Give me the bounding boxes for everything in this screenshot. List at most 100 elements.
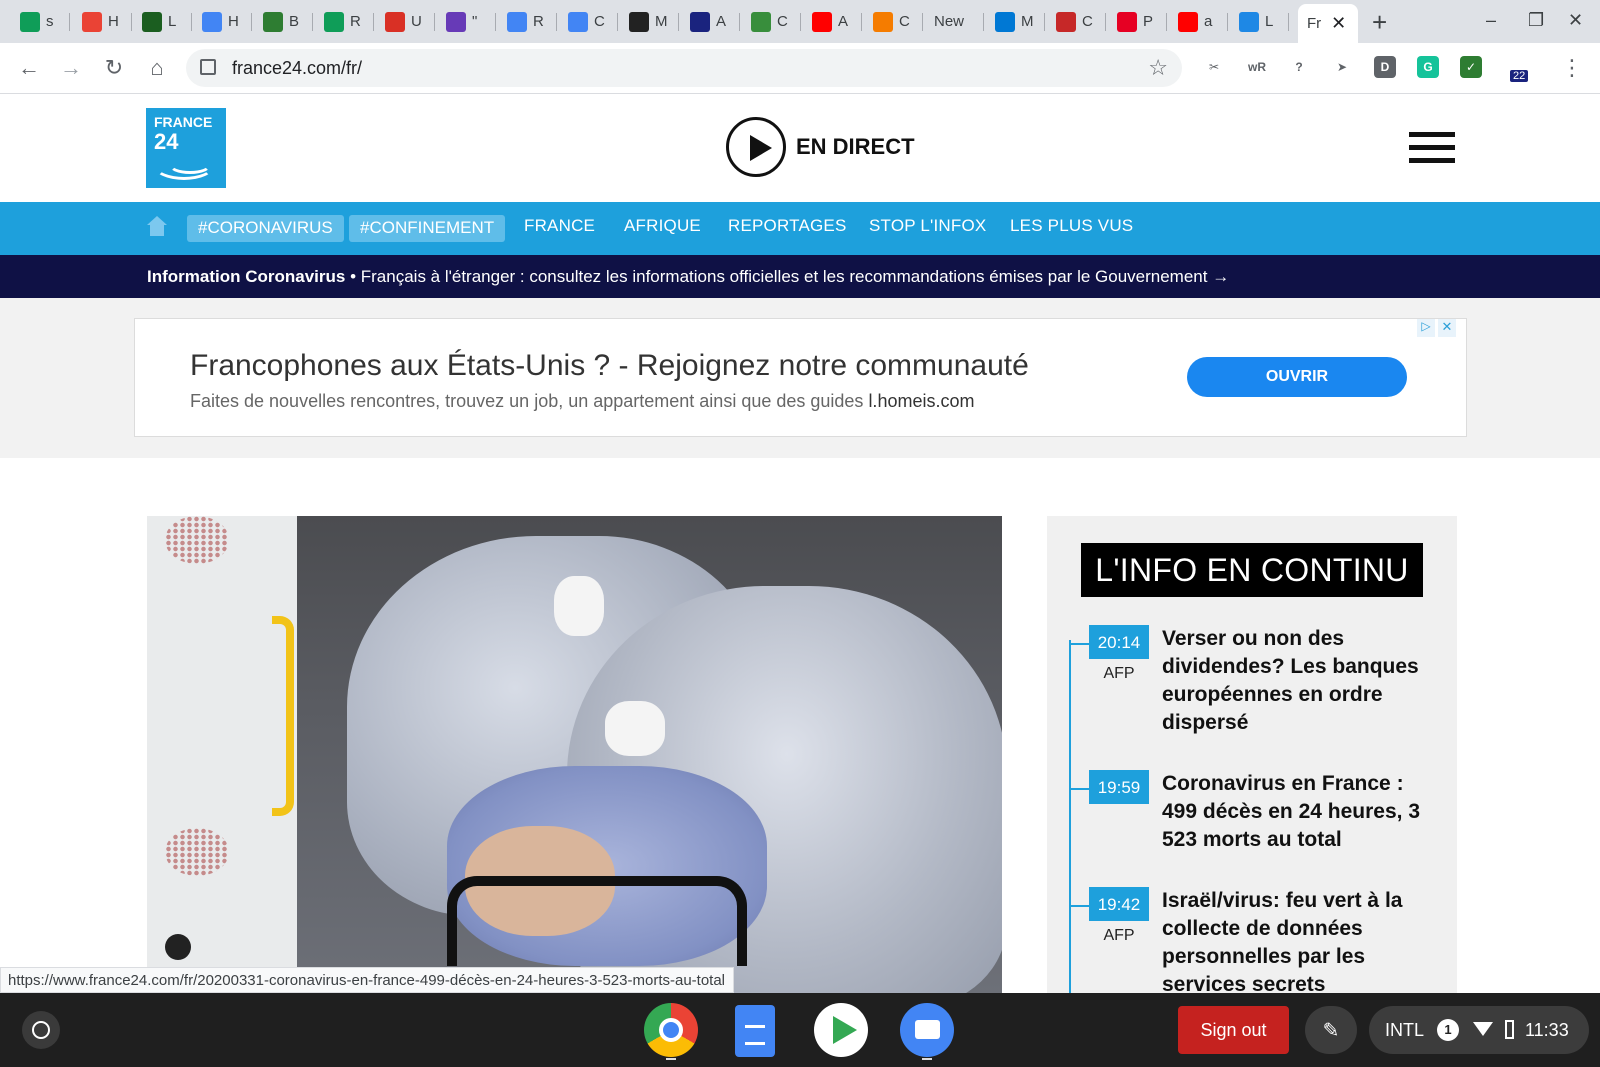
- nav-item-plus-vus[interactable]: LES PLUS VUS: [1010, 216, 1133, 236]
- browser-tab[interactable]: C: [863, 6, 923, 37]
- browser-tab[interactable]: M: [985, 6, 1045, 37]
- scissors-icon[interactable]: ✂: [1203, 56, 1225, 78]
- browser-tab[interactable]: H: [72, 6, 132, 37]
- hero-article-image[interactable]: [147, 516, 1002, 994]
- tab-label: ": [472, 13, 478, 30]
- browser-tab[interactable]: B: [253, 6, 313, 37]
- browser-tab[interactable]: ": [436, 6, 496, 37]
- url-text[interactable]: france24.com/fr/: [232, 58, 362, 79]
- browser-tab[interactable]: L: [1229, 6, 1289, 37]
- browser-tab[interactable]: A: [802, 6, 862, 37]
- timeline-tick: [1069, 643, 1089, 645]
- address-bar[interactable]: france24.com/fr/ ☆: [186, 49, 1182, 87]
- d-icon[interactable]: D: [1374, 56, 1396, 78]
- mesh-icon: [629, 11, 649, 32]
- browser-tab[interactable]: C: [741, 6, 801, 37]
- nav-pill-coronavirus[interactable]: #CORONAVIRUS: [187, 215, 344, 242]
- chrome-app-icon[interactable]: [644, 1003, 698, 1057]
- browser-tab[interactable]: a: [1168, 6, 1228, 37]
- tab-label: M: [655, 13, 668, 30]
- hamburger-menu-icon[interactable]: [1409, 132, 1455, 171]
- docs-icon: [202, 11, 222, 32]
- tab-close-icon[interactable]: ✕: [1331, 13, 1346, 34]
- tab-separator: [739, 13, 740, 31]
- ad-open-button[interactable]: OUVRIR: [1187, 357, 1407, 397]
- files-app-icon[interactable]: [900, 1003, 954, 1057]
- timeline-line: [1069, 640, 1071, 994]
- news-headline[interactable]: Verser ou non des dividendes? Les banque…: [1162, 625, 1432, 737]
- news-source: AFP: [1103, 927, 1135, 944]
- play-icon: [726, 117, 786, 177]
- adchoices-icon[interactable]: ▷: [1417, 319, 1435, 337]
- browser-tab[interactable]: s: [10, 6, 70, 37]
- browser-tab[interactable]: R: [314, 6, 374, 37]
- status-tray[interactable]: INTL 1 11:33: [1369, 1006, 1589, 1054]
- ad-domain: l.homeis.com: [868, 391, 975, 411]
- browser-tab[interactable]: M: [619, 6, 679, 37]
- grammarly-icon[interactable]: G: [1417, 56, 1439, 78]
- arrow-icon[interactable]: ➤: [1331, 56, 1353, 78]
- tab-active[interactable]: Fr ✕: [1298, 4, 1358, 43]
- browser-tab[interactable]: A: [680, 6, 740, 37]
- tab-separator: [1166, 13, 1167, 31]
- tab-label: A: [716, 13, 727, 30]
- news-headline[interactable]: Israël/virus: feu vert à la collecte de …: [1162, 887, 1432, 994]
- nav-item-france[interactable]: FRANCE: [524, 216, 595, 236]
- clock: 11:33: [1525, 1020, 1569, 1040]
- youtube-icon: [812, 11, 832, 32]
- tab-label: R: [533, 13, 544, 30]
- nav-item-afrique[interactable]: AFRIQUE: [624, 216, 701, 236]
- reload-icon[interactable]: ↻: [101, 55, 127, 81]
- sidebar-title[interactable]: L'INFO EN CONTINU: [1081, 543, 1423, 597]
- back-icon[interactable]: ←: [16, 55, 42, 81]
- home-nav-icon[interactable]: [147, 216, 167, 236]
- google-drive-icon: [20, 11, 40, 32]
- browser-tab[interactable]: R: [497, 6, 557, 37]
- play-store-app-icon[interactable]: [814, 1003, 868, 1057]
- browser-tab[interactable]: P: [1107, 6, 1167, 37]
- nav-item-reportages[interactable]: REPORTAGES: [728, 216, 847, 236]
- france24-logo[interactable]: FRANCE 24: [146, 108, 226, 188]
- nav-pill-confinement[interactable]: #CONFINEMENT: [349, 215, 506, 242]
- tab-label: H: [108, 13, 119, 30]
- browser-tab[interactable]: L: [132, 6, 192, 37]
- ad-title: Francophones aux États-Unis ? - Rejoigne…: [190, 349, 1029, 382]
- launcher-icon[interactable]: [22, 1011, 60, 1049]
- ad-close-icon[interactable]: ✕: [1438, 319, 1456, 337]
- outlook-icon: [995, 11, 1015, 32]
- browser-toolbar: ← → ↻ ⌂ france24.com/fr/ ☆ ✂ wR? ➤ D G ✓ ⋮: [0, 43, 1600, 94]
- home-icon[interactable]: ⌂: [144, 55, 170, 81]
- sign-out-button[interactable]: Sign out: [1178, 1006, 1289, 1054]
- forward-icon[interactable]: →: [58, 55, 84, 81]
- green-check-icon[interactable]: ✓: [1460, 56, 1482, 78]
- close-window-button[interactable]: ✕: [1568, 10, 1583, 31]
- stylus-icon[interactable]: ✎: [1305, 1006, 1357, 1054]
- chrome-menu-icon[interactable]: ⋮: [1559, 55, 1585, 81]
- docs-app-icon[interactable]: [735, 1005, 775, 1057]
- ad-banner[interactable]: ▷ ✕ Francophones aux États-Unis ? - Rejo…: [134, 318, 1467, 437]
- new-tab-button[interactable]: +: [1372, 7, 1387, 38]
- browser-tab[interactable]: H: [192, 6, 252, 37]
- live-news-sidebar: L'INFO EN CONTINU 20:14 AFP Verser ou no…: [1047, 516, 1457, 994]
- browser-tab[interactable]: U: [375, 6, 435, 37]
- info-banner[interactable]: Information Coronavirus • Français à l'é…: [0, 255, 1600, 298]
- tab-label: a: [1204, 13, 1213, 30]
- wordreference-icon[interactable]: wR: [1246, 56, 1268, 78]
- tab-label: C: [777, 13, 788, 30]
- browser-tab[interactable]: C: [558, 6, 618, 37]
- logo-line1: FRANCE: [154, 114, 213, 130]
- face-mask: [605, 701, 665, 756]
- news-headline[interactable]: Coronavirus en France : 499 décès en 24 …: [1162, 770, 1432, 854]
- nav-item-stop-infox[interactable]: STOP L'INFOX: [869, 216, 986, 236]
- restore-button[interactable]: ❐: [1528, 10, 1544, 31]
- bookmark-star-icon[interactable]: ☆: [1148, 55, 1168, 81]
- tab-label: P: [1143, 13, 1154, 30]
- minimize-button[interactable]: –: [1486, 10, 1496, 31]
- browser-tab[interactable]: New: [924, 6, 984, 37]
- live-button[interactable]: EN DIRECT: [726, 117, 915, 177]
- running-indicator: [666, 1058, 676, 1060]
- browser-tab[interactable]: C: [1046, 6, 1106, 37]
- tab-separator: [495, 13, 496, 31]
- help-icon[interactable]: ?: [1288, 56, 1310, 78]
- site-info-icon[interactable]: [200, 59, 216, 75]
